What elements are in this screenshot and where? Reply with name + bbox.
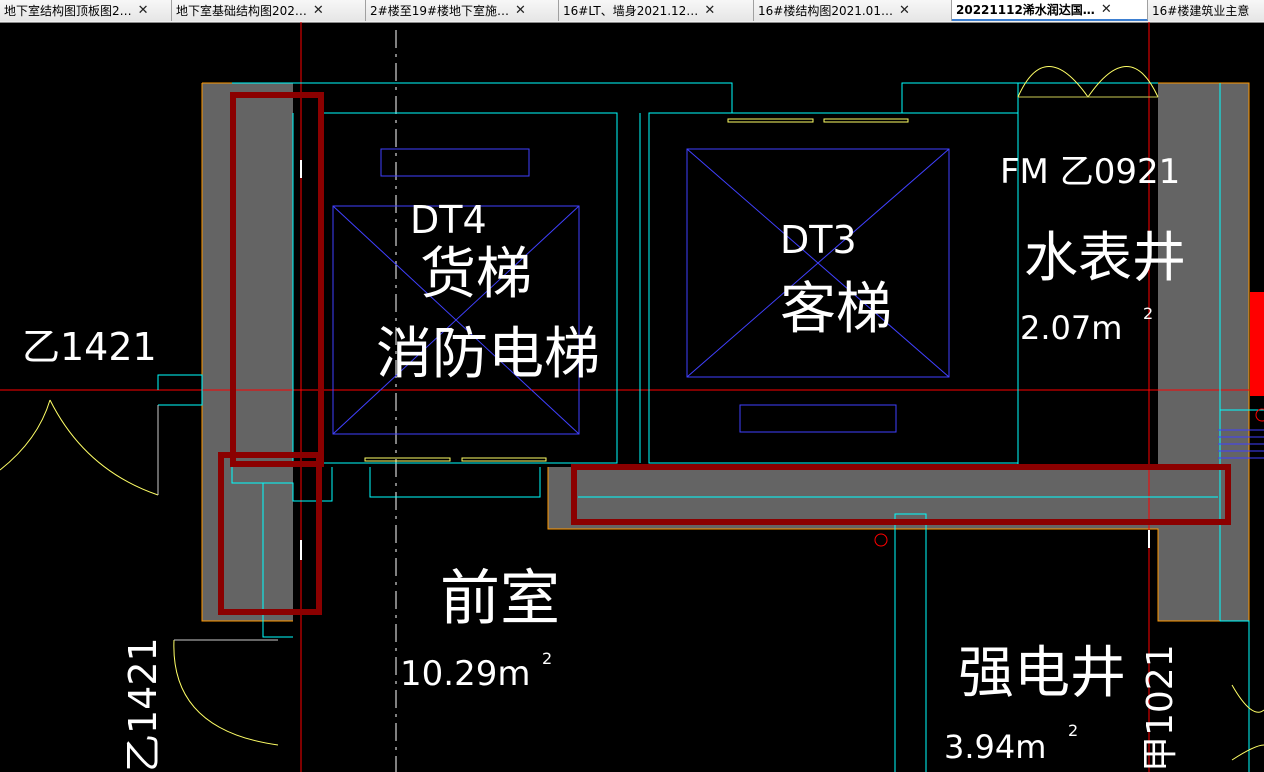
water-meter-label: 水表井 bbox=[1024, 226, 1186, 289]
close-icon[interactable]: ✕ bbox=[515, 3, 526, 18]
red-circle-marker bbox=[1255, 408, 1264, 422]
tab-16-structure[interactable]: 16#楼结构图2021.01… ✕ bbox=[754, 0, 952, 21]
tab-label: 16#楼结构图2021.01… bbox=[758, 4, 893, 18]
tab-label: 2#楼至19#楼地下室施… bbox=[370, 4, 510, 18]
tab-16-architecture[interactable]: 16#楼建筑业主意 bbox=[1148, 0, 1264, 21]
cad-drawing-canvas[interactable]: DT4 货梯 消防电梯 DT3 客梯 FM 乙0921 水表井 2.07m 2 … bbox=[0, 22, 1264, 772]
close-icon[interactable]: ✕ bbox=[313, 3, 324, 18]
door-left-vertical-label: 乙1421 bbox=[121, 637, 165, 772]
red-marker bbox=[1250, 292, 1264, 396]
electric-area-label: 3.94m bbox=[944, 728, 1046, 766]
anteroom-area-label: 10.29m bbox=[400, 654, 530, 694]
anteroom-area-sup: 2 bbox=[542, 649, 552, 668]
tab-building-2-19-basement[interactable]: 2#楼至19#楼地下室施… ✕ bbox=[366, 0, 559, 21]
water-area-sup: 2 bbox=[1143, 304, 1153, 323]
electric-area-sup: 2 bbox=[1068, 721, 1078, 740]
left-wall bbox=[202, 83, 293, 621]
dt4-name-label: 货梯 bbox=[420, 242, 532, 307]
door-fm-label: FM 乙0921 bbox=[1000, 152, 1180, 192]
tab-16-lt-wall[interactable]: 16#LT、墙身2021.12… ✕ bbox=[559, 0, 754, 21]
door-right-vertical-label: 甲1021 bbox=[1140, 644, 1181, 772]
document-tab-bar: 地下室结构图顶板图2… ✕ 地下室基础结构图202… ✕ 2#楼至19#楼地下室… bbox=[0, 0, 1264, 23]
tab-label: 16#楼建筑业主意 bbox=[1152, 4, 1250, 18]
tab-label: 地下室基础结构图202… bbox=[176, 4, 307, 18]
dt4-code-label: DT4 bbox=[410, 198, 487, 242]
tab-label: 地下室结构图顶板图2… bbox=[4, 4, 132, 18]
close-icon[interactable]: ✕ bbox=[704, 3, 715, 18]
dt3-name-label: 客梯 bbox=[780, 277, 892, 342]
close-icon[interactable]: ✕ bbox=[899, 3, 910, 18]
tab-label: 20221112浠水润达国… bbox=[956, 3, 1095, 17]
close-icon[interactable]: ✕ bbox=[1101, 2, 1112, 17]
tab-20221112-active[interactable]: 20221112浠水润达国… ✕ bbox=[952, 0, 1148, 21]
tab-label: 16#LT、墙身2021.12… bbox=[563, 4, 699, 18]
close-icon[interactable]: ✕ bbox=[138, 3, 149, 18]
tab-basement-roof-plan[interactable]: 地下室结构图顶板图2… ✕ bbox=[0, 0, 172, 21]
anteroom-label: 前室 bbox=[440, 564, 560, 634]
dt3-code-label: DT3 bbox=[780, 218, 857, 262]
electric-shaft-label: 强电井 bbox=[958, 641, 1126, 706]
dt4-sub-label: 消防电梯 bbox=[376, 322, 600, 387]
red-circle-marker bbox=[874, 533, 888, 547]
water-area-label: 2.07m bbox=[1020, 309, 1122, 347]
door-left-label: 乙1421 bbox=[22, 325, 157, 369]
tab-basement-foundation[interactable]: 地下室基础结构图202… ✕ bbox=[172, 0, 366, 21]
